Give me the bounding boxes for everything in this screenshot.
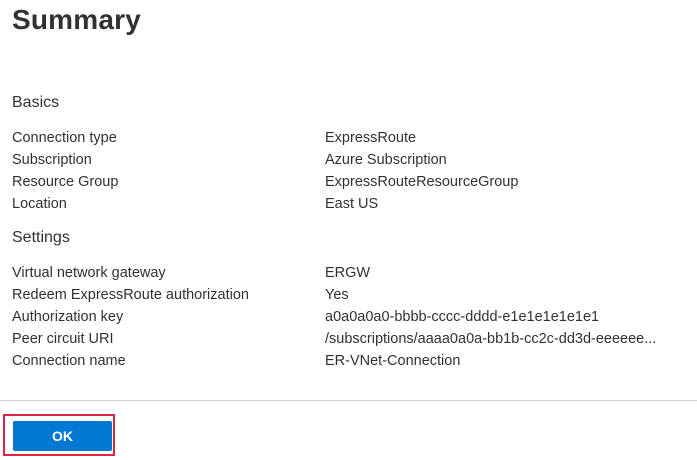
row-value: ExpressRoute [325, 130, 417, 146]
row-value: East US [325, 196, 379, 212]
footer-divider [0, 400, 697, 401]
row-label: Connection type [12, 130, 117, 146]
settings-row-connection-name: Connection name ER-VNet-Connection [12, 350, 682, 372]
row-value: ExpressRouteResourceGroup [325, 174, 519, 190]
basics-row-subscription: Subscription Azure Subscription [12, 149, 682, 171]
basics-heading: Basics [12, 94, 60, 111]
row-label: Subscription [12, 152, 92, 168]
settings-heading: Settings [12, 229, 70, 246]
settings-list: Virtual network gateway ERGW Redeem Expr… [12, 262, 682, 372]
row-label: Virtual network gateway [12, 265, 166, 281]
basics-row-location: Location East US [12, 193, 682, 215]
row-value: Yes [325, 287, 349, 303]
row-label: Resource Group [12, 174, 119, 190]
row-label: Redeem ExpressRoute authorization [12, 287, 249, 303]
page-title: Summary [12, 4, 142, 35]
ok-button[interactable]: OK [13, 421, 112, 451]
row-label: Peer circuit URI [12, 331, 114, 347]
row-label: Connection name [12, 353, 126, 369]
row-value: a0a0a0a0-bbbb-cccc-dddd-e1e1e1e1e1e1 [325, 309, 600, 325]
row-value: /subscriptions/aaaa0a0a-bb1b-cc2c-dd3d-e… [325, 331, 657, 347]
settings-row-authorization-key: Authorization key a0a0a0a0-bbbb-cccc-ddd… [12, 306, 682, 328]
settings-row-virtual-network-gateway: Virtual network gateway ERGW [12, 262, 682, 284]
row-value: Azure Subscription [325, 152, 447, 168]
basics-row-connection-type: Connection type ExpressRoute [12, 127, 682, 149]
summary-page: Summary Basics Connection type ExpressRo… [0, 0, 697, 460]
basics-row-resource-group: Resource Group ExpressRouteResourceGroup [12, 171, 682, 193]
settings-row-peer-circuit-uri: Peer circuit URI /subscriptions/aaaa0a0a… [12, 328, 682, 350]
settings-row-redeem-authorization: Redeem ExpressRoute authorization Yes [12, 284, 682, 306]
row-label: Authorization key [12, 309, 124, 325]
row-value: ERGW [325, 265, 371, 281]
row-value: ER-VNet-Connection [325, 353, 461, 369]
basics-list: Connection type ExpressRoute Subscriptio… [12, 127, 682, 215]
row-label: Location [12, 196, 67, 212]
